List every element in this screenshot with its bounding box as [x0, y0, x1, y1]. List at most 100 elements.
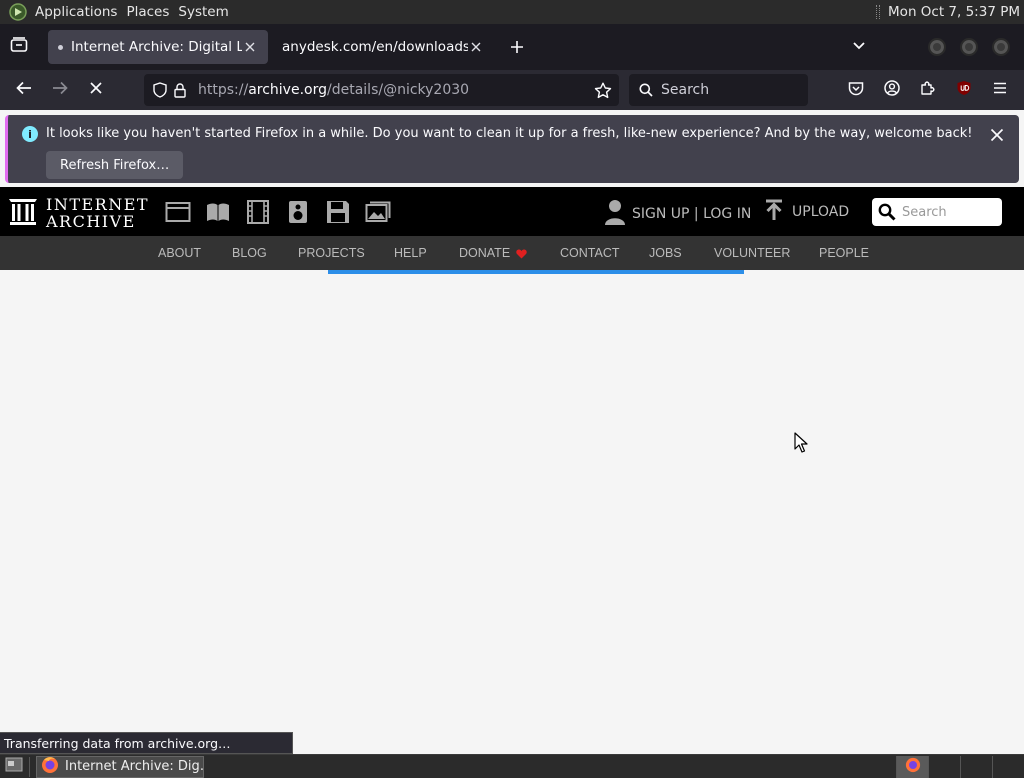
navigation-toolbar: https://archive.org/details/@nicky2030 S… — [0, 70, 1024, 110]
web-archive-icon[interactable] — [164, 199, 192, 225]
arrow-right-icon — [52, 81, 68, 99]
pocket-icon — [848, 81, 864, 100]
sign-up-login-label[interactable]: SIGN UP | LOG IN — [632, 206, 751, 222]
bottom-taskbar: Internet Archive: Dig… — [0, 754, 1024, 778]
ublock-shield-icon — [956, 80, 972, 100]
ia-logo[interactable]: INTERNET ARCHIVE — [8, 195, 149, 231]
pocket-button[interactable] — [838, 74, 874, 106]
maximize-window-button[interactable] — [960, 38, 978, 56]
clock[interactable]: Mon Oct 7, 5:37 PM — [888, 4, 1024, 20]
nav-about[interactable]: ABOUT — [158, 246, 201, 260]
ia-secondary-nav: ABOUT BLOG PROJECTS HELP DONATE CONTACT … — [0, 236, 1024, 270]
taskbar-window-firefox[interactable]: Internet Archive: Dig… — [36, 755, 204, 778]
nav-donate[interactable]: DONATE — [459, 246, 527, 260]
gnome-foot-icon[interactable] — [9, 3, 29, 21]
firefox-view-button[interactable] — [0, 24, 38, 70]
panel-handle — [876, 5, 881, 19]
nav-help[interactable]: HELP — [394, 246, 427, 260]
taskbar-window-title: Internet Archive: Dig… — [65, 759, 203, 774]
video-film-icon[interactable] — [244, 199, 272, 225]
nav-blog[interactable]: BLOG — [232, 246, 267, 260]
close-tab-icon[interactable] — [468, 39, 484, 55]
bookmark-star-icon[interactable] — [593, 80, 613, 100]
audio-speaker-icon[interactable] — [284, 199, 312, 225]
panel-menu-bar: Applications Places System — [0, 3, 238, 21]
workspace-4[interactable] — [992, 755, 1024, 778]
ublock-origin-button[interactable] — [946, 74, 982, 106]
ia-top-bar: INTERNET ARCHIVE SIGN UP | LOG IN UPLOAD… — [0, 187, 1024, 236]
new-tab-button[interactable] — [500, 30, 534, 64]
back-button[interactable] — [6, 74, 42, 106]
hamburger-menu-icon — [993, 82, 1007, 98]
firefox-view-icon — [10, 37, 28, 57]
tab-internet-archive[interactable]: Internet Archive: Digital Libr — [48, 30, 268, 64]
ia-search-input[interactable]: Search — [872, 198, 1002, 226]
nav-contact[interactable]: CONTACT — [560, 246, 620, 260]
list-all-tabs-button[interactable] — [842, 30, 876, 64]
account-button[interactable] — [874, 74, 910, 106]
chevron-down-icon — [852, 40, 866, 55]
wordmark-line-2: ARCHIVE — [46, 212, 136, 231]
plus-icon — [510, 35, 524, 60]
nav-jobs[interactable]: JOBS — [649, 246, 682, 260]
texts-book-icon[interactable] — [204, 199, 232, 225]
url-text[interactable]: https://archive.org/details/@nicky2030 — [198, 82, 593, 98]
minimize-window-button[interactable] — [928, 38, 946, 56]
nav-people[interactable]: PEOPLE — [819, 246, 869, 260]
url-bar[interactable]: https://archive.org/details/@nicky2030 — [144, 74, 619, 106]
notification-message: It looks like you haven't started Firefo… — [46, 126, 973, 141]
account-icon — [884, 80, 900, 100]
url-path: /details/@nicky2030 — [327, 82, 470, 98]
app-menu-button[interactable] — [982, 74, 1018, 106]
toolbar-search-box[interactable]: Search — [629, 74, 808, 106]
tab-strip: Internet Archive: Digital Libr anydesk.c… — [0, 24, 1024, 70]
stop-x-icon — [89, 81, 103, 99]
loading-dot-icon — [58, 44, 63, 50]
forward-button[interactable] — [42, 74, 78, 106]
search-icon — [878, 203, 896, 221]
software-floppy-icon[interactable] — [324, 199, 352, 225]
tab-title: anydesk.com/en/downloads/wi — [282, 39, 468, 55]
search-placeholder: Search — [661, 82, 710, 98]
places-menu[interactable]: Places — [126, 4, 178, 20]
workspace-3[interactable] — [960, 755, 992, 778]
nav-projects[interactable]: PROJECTS — [298, 246, 365, 260]
refresh-firefox-notification: i It looks like you haven't started Fire… — [5, 115, 1019, 183]
workspace-1[interactable] — [896, 755, 928, 778]
applications-menu[interactable]: Applications — [35, 4, 126, 20]
tracking-protection-shield-icon[interactable] — [150, 80, 170, 100]
page-content-area — [0, 274, 1024, 754]
toolbar-right — [838, 74, 1018, 106]
nav-donate-label: DONATE — [459, 246, 511, 260]
ia-upload[interactable]: UPLOAD — [764, 199, 849, 225]
images-icon[interactable] — [364, 199, 392, 225]
status-panel: Transferring data from archive.org… — [0, 732, 293, 754]
show-desktop-button[interactable] — [3, 757, 25, 776]
archive-building-icon — [8, 195, 38, 231]
stop-button[interactable] — [78, 74, 114, 106]
firefox-icon — [41, 756, 59, 778]
heart-icon — [516, 248, 527, 259]
workspace-2[interactable] — [928, 755, 960, 778]
close-tab-icon[interactable] — [242, 39, 258, 55]
system-menu[interactable]: System — [178, 4, 237, 20]
lock-icon[interactable] — [170, 80, 190, 100]
taskbar-separator — [29, 756, 30, 777]
ia-search-placeholder: Search — [902, 204, 947, 220]
nav-volunteer[interactable]: VOLUNTEER — [714, 246, 790, 260]
upload-label: UPLOAD — [792, 204, 850, 220]
mouse-pointer-icon — [794, 432, 808, 457]
wordmark-line-1: INTERNET — [46, 195, 150, 214]
extensions-button[interactable] — [910, 74, 946, 106]
refresh-firefox-button[interactable]: Refresh Firefox… — [46, 151, 184, 179]
close-notification-icon[interactable] — [987, 125, 1007, 145]
show-desktop-icon — [5, 757, 23, 776]
close-window-button[interactable] — [992, 38, 1010, 56]
arrow-left-icon — [16, 81, 32, 99]
ia-wordmark: INTERNET ARCHIVE — [46, 196, 149, 230]
search-icon — [639, 83, 653, 97]
url-scheme: https:// — [198, 82, 249, 98]
url-host: archive.org — [248, 82, 327, 98]
ia-sign-up-login[interactable]: SIGN UP | LOG IN — [604, 199, 751, 229]
tab-anydesk[interactable]: anydesk.com/en/downloads/wi — [272, 30, 494, 64]
